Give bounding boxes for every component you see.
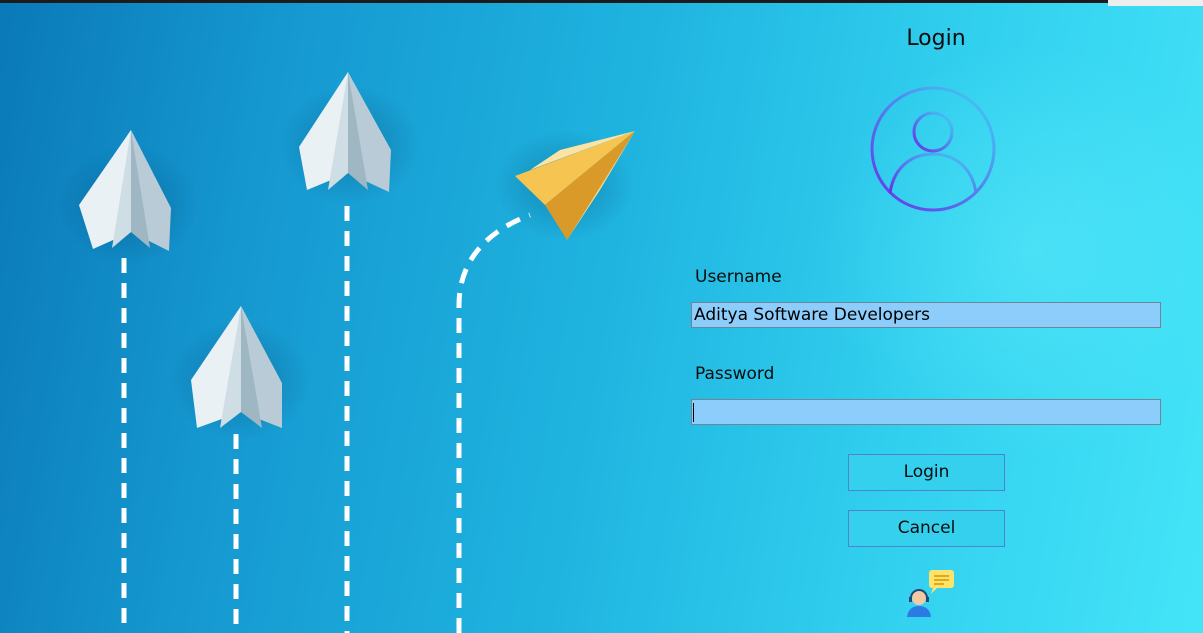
password-input[interactable] [691,399,1161,425]
user-avatar-icon [870,86,996,212]
window-control-edge [1108,0,1203,6]
trail-curved [456,212,531,633]
paper-plane-left [79,130,171,251]
username-label: Username [695,267,782,287]
cancel-button[interactable]: Cancel [848,510,1005,547]
support-chat-icon[interactable] [904,569,958,619]
text-caret [693,403,694,422]
username-input[interactable] [691,302,1161,328]
paper-plane-lower [191,306,282,428]
login-button[interactable]: Login [848,454,1005,491]
plane-trails [121,206,531,633]
password-label: Password [695,364,775,384]
paper-planes-illustration [58,72,635,633]
login-title: Login [906,26,966,51]
login-window: Login Username Password Login Cancel [0,0,1203,633]
